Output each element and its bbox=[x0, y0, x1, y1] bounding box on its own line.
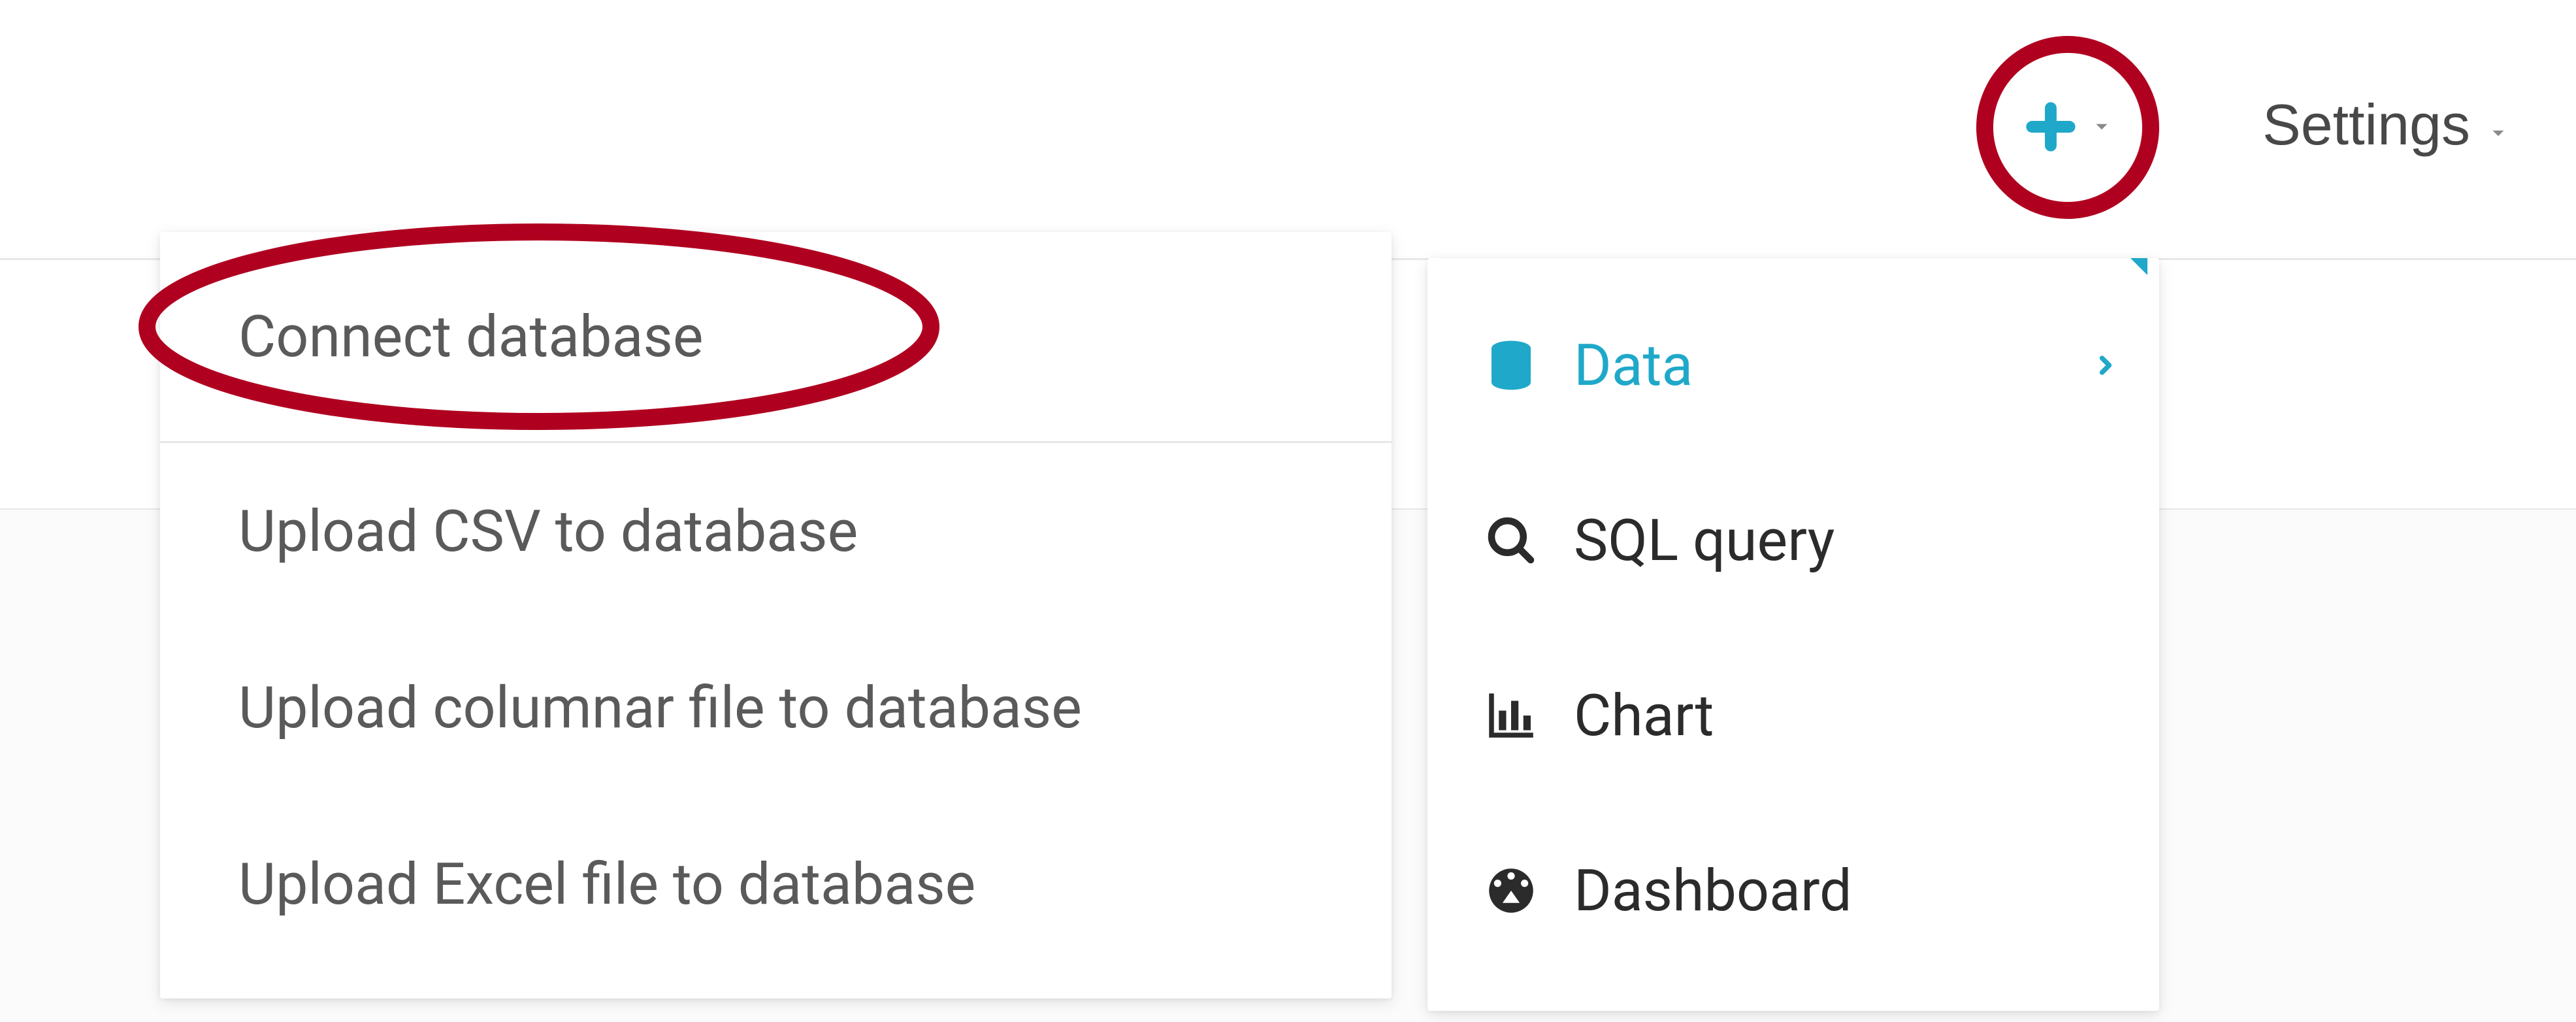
add-menu-wrapper bbox=[1976, 36, 2159, 219]
dashboard-icon bbox=[1480, 861, 1542, 920]
settings-label: Settings bbox=[2262, 91, 2470, 158]
submenu-item-connect-database[interactable]: Connect database bbox=[160, 232, 1392, 443]
menu-item-label: Dashboard bbox=[1574, 857, 2087, 925]
caret-down-icon bbox=[2487, 91, 2509, 158]
menu-item-label: Chart bbox=[1574, 682, 2087, 750]
database-icon bbox=[1480, 336, 1542, 395]
submenu-item-label: Connect database bbox=[238, 303, 704, 371]
submenu-item-label: Upload columnar file to database bbox=[238, 674, 1082, 742]
submenu-item-upload-columnar[interactable]: Upload columnar file to database bbox=[160, 619, 1392, 796]
submenu-item-upload-csv[interactable]: Upload CSV to database bbox=[160, 443, 1392, 619]
plus-icon bbox=[2023, 99, 2079, 157]
add-menu-button[interactable] bbox=[2004, 86, 2131, 170]
data-submenu: Connect database Upload CSV to database … bbox=[160, 232, 1392, 998]
submenu-item-upload-excel[interactable]: Upload Excel file to database bbox=[160, 796, 1392, 972]
menu-item-data[interactable]: Data bbox=[1427, 278, 2159, 453]
submenu-item-label: Upload CSV to database bbox=[238, 498, 858, 565]
search-icon bbox=[1480, 511, 1542, 570]
menu-item-label: Data bbox=[1574, 332, 2087, 399]
submenu-item-label: Upload Excel file to database bbox=[238, 851, 975, 918]
chart-icon bbox=[1480, 686, 1542, 745]
add-menu-dropdown: Data SQL query Chart bbox=[1427, 258, 2159, 1011]
menu-item-chart[interactable]: Chart bbox=[1427, 628, 2159, 803]
chevron-right-icon bbox=[2091, 351, 2120, 380]
menu-item-sql-query[interactable]: SQL query bbox=[1427, 453, 2159, 628]
top-bar bbox=[0, 0, 2576, 260]
menu-item-dashboard[interactable]: Dashboard bbox=[1427, 803, 2159, 978]
settings-button[interactable]: Settings bbox=[2244, 78, 2528, 171]
menu-item-label: SQL query bbox=[1574, 507, 2087, 574]
caret-down-icon bbox=[2091, 116, 2113, 140]
